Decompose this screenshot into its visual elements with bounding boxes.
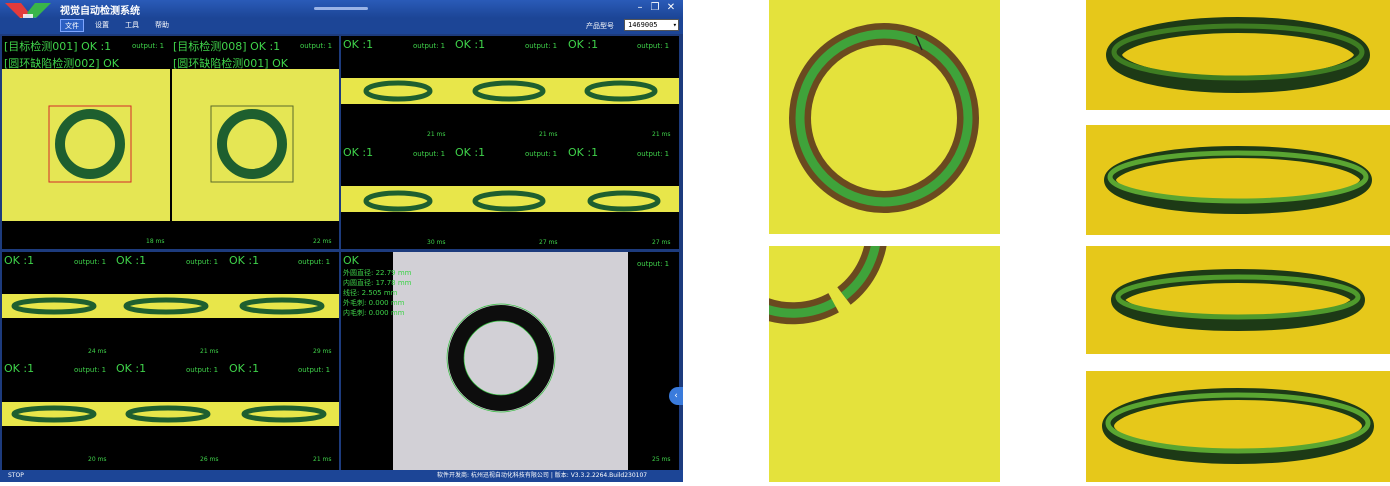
title-bar: 视觉自动检测系统 – ❐ ✕ — [0, 0, 683, 18]
tr-r1-output-3: output: 1 — [637, 42, 670, 50]
panel-left-output: output: 1 — [132, 42, 165, 50]
panel-bottom-left: OK :1 output: 1 OK :1 output: 1 OK :1 ou… — [2, 252, 339, 470]
ring-top-view — [446, 303, 556, 413]
panel-top-right: OK :1 output: 1 OK :1 output: 1 OK :1 ou… — [341, 36, 679, 249]
measurement-image — [393, 252, 628, 470]
bl-r2-ok-1: OK :1 — [4, 362, 35, 375]
ring-side-image-3 — [1111, 269, 1365, 331]
tr-r1-ok-3: OK :1 — [568, 38, 599, 51]
menu-tools[interactable]: 工具 — [120, 19, 144, 32]
panel-top-left: [目标检测001] OK :1 output: 1 [圆环缺陷检测002] OK… — [2, 36, 339, 249]
bl-r1-ms-1: 24 ms — [88, 348, 107, 355]
bl-r1-ok-3: OK :1 — [229, 254, 260, 267]
run-status: STOP — [8, 472, 24, 479]
title-drag-handle[interactable] — [314, 7, 368, 10]
panel-bottom-right: OK output: 1 外圆直径: 22.79 mm 内圆直径: 17.78 … — [341, 252, 679, 470]
bl-r2-ms-1: 20 ms — [88, 456, 107, 463]
photo-ring-side-2 — [1086, 125, 1390, 235]
panel-right-sub: [圆环缺陷检测001] OK — [173, 57, 288, 70]
tr-r1-ok-2: OK :1 — [455, 38, 486, 51]
bl-r1-output-1: output: 1 — [74, 258, 107, 266]
photo-ring-side-1 — [1086, 0, 1390, 110]
photo-ring-broken — [698, 134, 1000, 482]
ring-side-image-1 — [1106, 17, 1370, 93]
panel-right-ms: 22 ms — [313, 238, 332, 245]
tr-r2-ms-1: 30 ms — [427, 239, 446, 246]
measure-outer-burr: 外毛刺: 0.000 mm — [343, 299, 405, 307]
tr-r1-ms-1: 21 ms — [427, 131, 446, 138]
ring-side-views-bottom — [11, 297, 327, 423]
menu-bar: 文件 设置 工具 帮助 产品型号 1469005 ▾ — [0, 18, 683, 34]
ring-cracked-image — [789, 23, 979, 213]
photo-ring-side-4 — [1086, 371, 1390, 482]
panel-left-title: [目标检测001] OK :1 — [4, 40, 112, 53]
bl-r1-ok-1: OK :1 — [4, 254, 35, 267]
ring-image-left — [48, 105, 132, 183]
app-window: 视觉自动检测系统 – ❐ ✕ 文件 设置 工具 帮助 产品型号 1469005 … — [0, 0, 683, 482]
product-model-value: 1469005 — [628, 21, 658, 29]
chevron-left-icon: ‹ — [674, 391, 678, 401]
tr-r1-ms-2: 21 ms — [539, 131, 558, 138]
bl-r1-output-3: output: 1 — [298, 258, 331, 266]
measurement-status: OK — [343, 254, 359, 267]
tr-r2-ok-2: OK :1 — [455, 146, 486, 159]
tr-r2-ok-1: OK :1 — [343, 146, 374, 159]
tr-r2-ms-3: 27 ms — [652, 239, 671, 246]
measure-inner-burr: 内毛刺: 0.000 mm — [343, 309, 405, 317]
bl-r1-output-2: output: 1 — [186, 258, 219, 266]
bl-r2-ms-2: 26 ms — [200, 456, 219, 463]
measurement-output: output: 1 — [637, 260, 670, 268]
status-bar: STOP 软件开发商: 杭州迅视自动化科技有限公司 | 版本: V3.3.2.2… — [0, 470, 683, 482]
camera-image-right — [172, 69, 339, 221]
ring-side-image-2 — [1104, 146, 1372, 214]
close-icon[interactable]: ✕ — [664, 1, 678, 15]
tr-r1-output-1: output: 1 — [413, 42, 446, 50]
panel-right-output: output: 1 — [300, 42, 333, 50]
bl-r2-ok-3: OK :1 — [229, 362, 260, 375]
panel-right-title: [目标检测008] OK :1 — [173, 40, 281, 53]
ring-broken-image — [698, 134, 888, 325]
camera-grid: [目标检测001] OK :1 output: 1 [圆环缺陷检测002] OK… — [0, 36, 683, 470]
ring-side-image-4 — [1102, 388, 1374, 464]
bl-r2-output-3: output: 1 — [298, 366, 331, 374]
panel-left-ms: 18 ms — [146, 238, 165, 245]
tr-r1-output-2: output: 1 — [525, 42, 558, 50]
bl-r2-output-1: output: 1 — [74, 366, 107, 374]
camera-image-left — [2, 69, 170, 221]
menu-settings[interactable]: 设置 — [90, 19, 114, 32]
photo-ring-side-3 — [1086, 246, 1390, 354]
bl-r2-output-2: output: 1 — [186, 366, 219, 374]
measure-wire-diameter: 线径: 2.505 mm — [343, 289, 398, 297]
tr-r2-output-3: output: 1 — [637, 150, 670, 158]
tr-r2-ms-2: 27 ms — [539, 239, 558, 246]
tr-r1-ms-3: 21 ms — [652, 131, 671, 138]
tr-r2-output-1: output: 1 — [413, 150, 446, 158]
chevron-down-icon: ▾ — [672, 21, 677, 29]
collapse-panel-button[interactable]: ‹ — [669, 387, 683, 405]
menu-help[interactable]: 帮助 — [150, 19, 174, 32]
menu-file[interactable]: 文件 — [60, 19, 84, 32]
bl-r1-ok-2: OK :1 — [116, 254, 147, 267]
restore-icon[interactable]: ❐ — [648, 1, 662, 15]
measurement-ms: 25 ms — [652, 456, 671, 463]
measure-inner-diameter: 内圆直径: 17.78 mm — [343, 279, 412, 287]
tr-r1-ok-1: OK :1 — [343, 38, 374, 51]
product-model-label: 产品型号 — [586, 22, 614, 30]
bl-r1-ms-2: 21 ms — [200, 348, 219, 355]
ring-side-views-top — [363, 80, 661, 212]
panel-left-sub: [圆环缺陷检测002] OK — [4, 57, 119, 70]
bl-r2-ok-2: OK :1 — [116, 362, 147, 375]
photo-ring-cracked — [769, 0, 1000, 234]
bl-r2-ms-3: 21 ms — [313, 456, 332, 463]
ring-image-right — [210, 105, 294, 183]
vendor-version: 软件开发商: 杭州迅视自动化科技有限公司 | 版本: V3.3.2.2264.B… — [437, 472, 648, 479]
window-title: 视觉自动检测系统 — [60, 6, 140, 17]
bl-r1-ms-3: 29 ms — [313, 348, 332, 355]
tr-r2-ok-3: OK :1 — [568, 146, 599, 159]
minimize-icon[interactable]: – — [633, 1, 647, 15]
tr-r2-output-2: output: 1 — [525, 150, 558, 158]
product-model-select[interactable]: 1469005 ▾ — [624, 19, 679, 31]
measure-outer-diameter: 外圆直径: 22.79 mm — [343, 269, 412, 277]
